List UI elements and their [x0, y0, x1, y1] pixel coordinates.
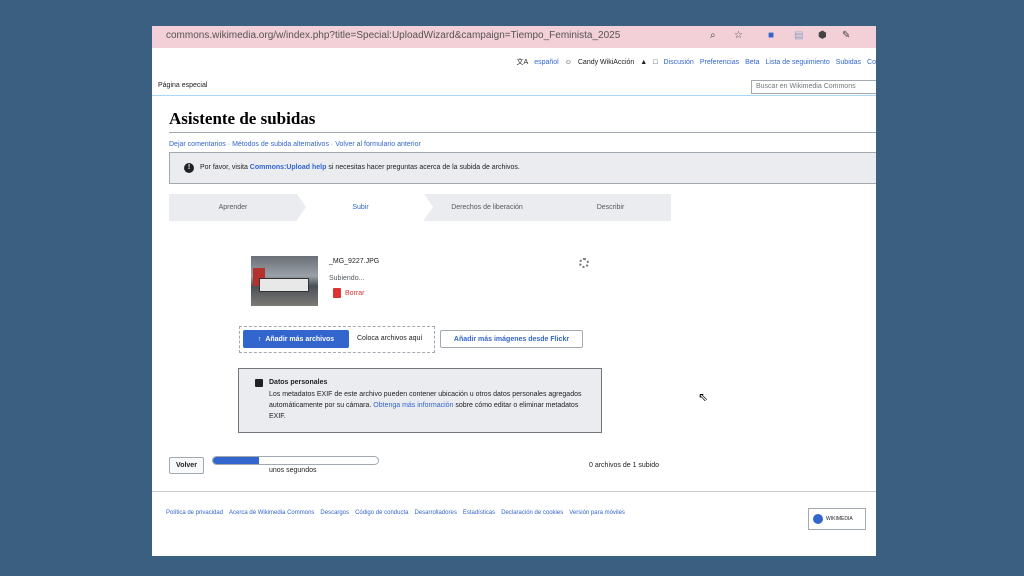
footer-link-mobile[interactable]: Versión para móviles	[569, 510, 625, 516]
time-remaining: unos segundos	[269, 467, 317, 474]
footer-link-statistics[interactable]: Estadísticas	[463, 510, 495, 516]
back-button[interactable]: Volver	[169, 457, 204, 474]
step-label: Describir	[596, 204, 625, 211]
footer-link-developers[interactable]: Desarrolladores	[414, 510, 456, 516]
progress-fill	[213, 457, 260, 464]
mouse-cursor-icon: ⇖	[698, 390, 709, 404]
warning-body: Los metadatos EXIF de este archivo puede…	[269, 389, 594, 422]
feedback-link[interactable]: Dejar comentarios	[169, 141, 226, 148]
pen-icon[interactable]: ✎	[842, 30, 850, 41]
step-release-rights: Derechos de liberación	[424, 194, 559, 221]
step-label: Aprender	[218, 204, 248, 211]
user-icon: ☺	[564, 58, 572, 66]
wizard-steps: Aprender Subir Derechos de liberación De…	[169, 194, 671, 221]
wizard-links: Dejar comentarios · Métodos de subida al…	[169, 141, 421, 148]
step-label: Derechos de liberación	[451, 204, 523, 211]
url-text[interactable]: commons.wikimedia.org/w/index.php?title=…	[166, 30, 620, 41]
tab-special-page[interactable]: Página especial	[158, 82, 207, 89]
search-input[interactable]: Buscar en Wikimedia Commons	[751, 80, 876, 94]
flickr-button[interactable]: Añadir más imágenes desde Flickr	[440, 330, 583, 348]
upload-icon: ↑	[257, 335, 262, 343]
separator: ·	[330, 141, 334, 148]
step-arrow	[297, 194, 306, 220]
divider	[169, 132, 876, 133]
remove-label: Borrar	[345, 289, 365, 297]
step-arrow	[424, 194, 433, 220]
upload-progress-bar	[212, 456, 379, 465]
nav-link-talk[interactable]: Discusión	[663, 59, 693, 66]
help-link[interactable]: Commons:Upload help	[250, 164, 327, 171]
star-icon[interactable]: ☆	[734, 30, 743, 41]
footer-link-about[interactable]: Acerca de Wikimedia Commons	[229, 510, 314, 516]
help-notice: ! Por favor, visita Commons:Upload help …	[169, 152, 876, 184]
page-title: Asistente de subidas	[169, 109, 316, 128]
address-bar[interactable]: commons.wikimedia.org/w/index.php?title=…	[152, 26, 876, 48]
old-form-link[interactable]: Volver al formulario anterior	[335, 141, 421, 148]
separator: ·	[227, 141, 231, 148]
notice-text: Por favor, visita Commons:Upload help si…	[200, 164, 520, 171]
file-thumbnail	[251, 256, 318, 306]
lock-icon	[255, 379, 263, 387]
upload-count: 0 archivos de 1 subido	[589, 462, 660, 469]
footer-link-disclaimers[interactable]: Descargos	[320, 510, 349, 516]
warning-title: Datos personales	[269, 379, 328, 386]
notice-text-before: Por favor, visita	[200, 164, 250, 171]
logo-text: WIKIMEDIA	[826, 516, 853, 522]
file-name: _MG_9227.JPG	[329, 258, 380, 265]
drop-here-text: Coloca archivos aquí	[357, 335, 423, 342]
step-upload: Subir	[297, 194, 433, 221]
notice-text-after: si necesitas hacer preguntas acerca de l…	[326, 164, 520, 171]
footer-link-code-of-conduct[interactable]: Código de conducta	[355, 510, 408, 516]
remove-button[interactable]: Borrar	[333, 288, 364, 298]
footer: Política de privacidad Acerca de Wikimed…	[152, 491, 876, 556]
extension-icon[interactable]: ▤	[794, 30, 803, 41]
add-more-files-button[interactable]: ↑ Añadir más archivos	[243, 330, 349, 348]
browser-window: commons.wikimedia.org/w/index.php?title=…	[152, 26, 876, 556]
nav-link-uploads[interactable]: Subidas	[836, 59, 861, 66]
learn-more-link[interactable]: Obtenga más información	[373, 402, 453, 409]
info-icon: !	[184, 163, 194, 173]
upload-status: Subiendo...	[329, 275, 365, 282]
spinner-icon	[579, 258, 589, 268]
bell-icon[interactable]: ▲	[640, 59, 647, 66]
personal-data-warning: Datos personales Los metadatos EXIF de e…	[238, 368, 602, 433]
nav-link-beta[interactable]: Beta	[745, 59, 759, 66]
trash-icon	[333, 288, 341, 298]
step-describe: Describir	[550, 194, 671, 221]
add-more-label: Añadir más archivos	[265, 335, 335, 343]
user-link[interactable]: Candy WikiAcción	[578, 59, 634, 66]
alternative-methods-link[interactable]: Métodos de subida alternativos	[232, 141, 329, 148]
step-label: Subir	[352, 204, 369, 211]
footer-link-privacy[interactable]: Política de privacidad	[166, 510, 223, 516]
step-arrow	[550, 194, 559, 220]
nav-link-preferences[interactable]: Preferencias	[700, 59, 739, 66]
extension-icon[interactable]: ⬢	[818, 30, 827, 41]
search-icon[interactable]: ⌕	[710, 30, 716, 41]
wikimedia-logo[interactable]: WIKIMEDIA	[808, 508, 866, 530]
footer-links: Política de privacidad Acerca de Wikimed…	[166, 510, 625, 516]
inbox-icon[interactable]: □	[653, 59, 657, 66]
extension-icon[interactable]: ■	[768, 30, 774, 41]
nav-link-contributions[interactable]: Co	[867, 59, 876, 66]
translate-icon[interactable]: 文A	[517, 57, 529, 67]
step-learn: Aprender	[169, 194, 306, 221]
thumbnail-detail	[259, 278, 309, 292]
personal-nav: 文A español ☺ Candy WikiAcción ▲ □ Discus…	[517, 57, 876, 67]
footer-link-cookies[interactable]: Declaración de cookies	[501, 510, 563, 516]
wikimedia-globe-icon	[813, 514, 823, 524]
nav-link-watchlist[interactable]: Lista de seguimiento	[766, 59, 830, 66]
language-link[interactable]: español	[534, 59, 559, 66]
